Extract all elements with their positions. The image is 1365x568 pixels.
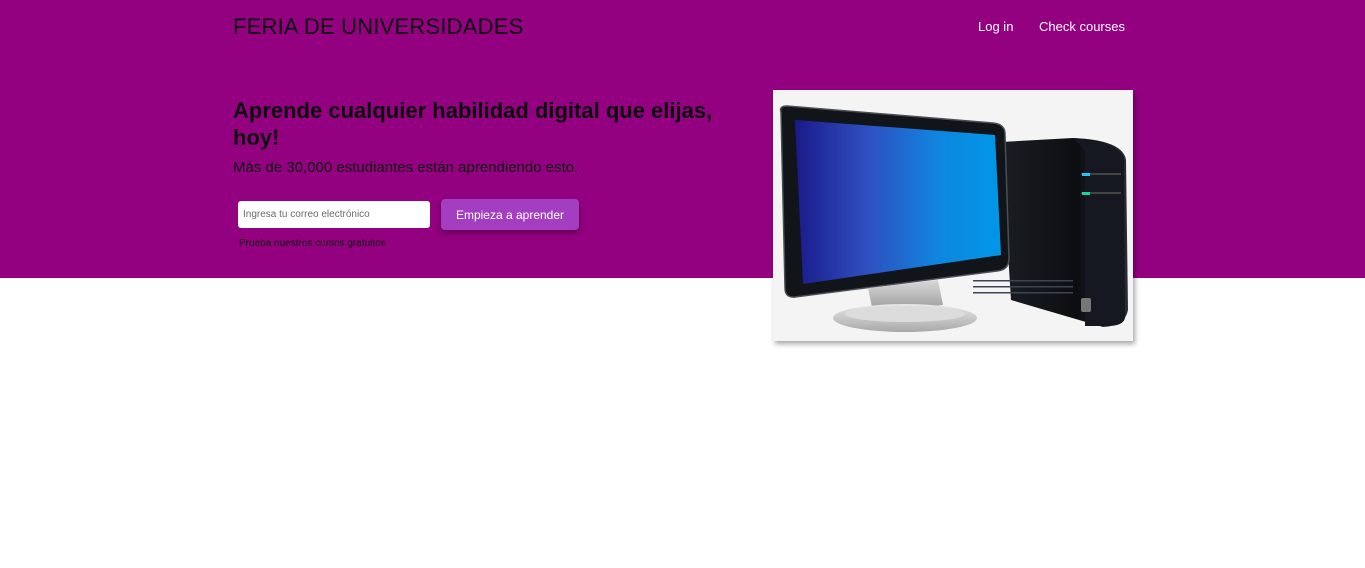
hero-computer-image (773, 90, 1133, 341)
desktop-computer-icon (779, 105, 1128, 332)
hero-headline: Aprende cualquier habilidad digital que … (233, 98, 713, 150)
free-courses-link[interactable]: Prueba nuestros cursos gratuitos (239, 238, 386, 249)
email-input[interactable] (238, 201, 430, 228)
nav-check-courses-link[interactable]: Check courses (1039, 19, 1125, 34)
hero-section: FERIA DE UNIVERSIDADES Log in Check cour… (0, 0, 1365, 278)
hero-subheadline: Más de 30,000 estudiantes están aprendie… (233, 159, 579, 176)
nav-login-link[interactable]: Log in (978, 19, 1013, 34)
site-brand[interactable]: FERIA DE UNIVERSIDADES (233, 14, 523, 40)
start-learning-button[interactable]: Empieza a aprender (441, 199, 579, 230)
